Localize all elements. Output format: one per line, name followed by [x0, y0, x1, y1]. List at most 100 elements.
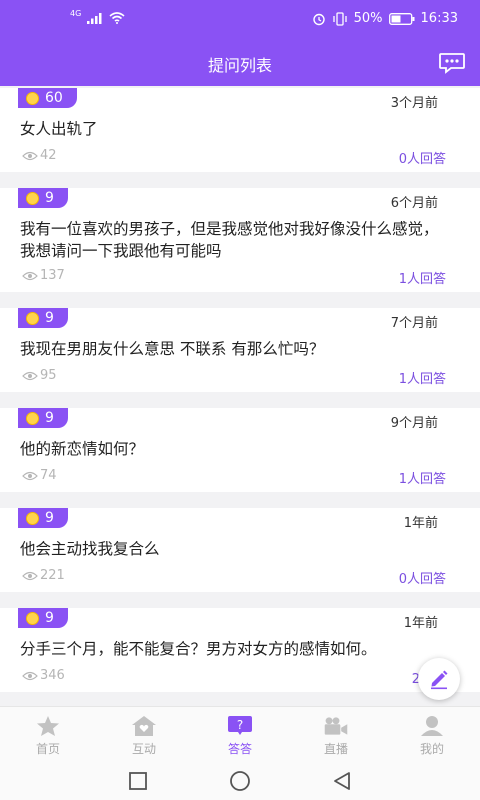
view-count: 221	[22, 568, 65, 583]
reward-badge: 9	[18, 188, 68, 208]
clock: 16:33	[420, 11, 458, 26]
home-heart-icon	[132, 716, 156, 736]
tab-label: 互动	[131, 742, 156, 756]
back-button[interactable]	[330, 770, 354, 792]
question-list[interactable]: 60 3个月前 女人出轨了 42 0人回答 9 6个月前 我有一位喜欢的男孩子，…	[0, 86, 480, 706]
eye-icon	[22, 271, 38, 280]
view-count-value: 221	[40, 568, 65, 583]
question-text: 他会主动找我复合么	[20, 540, 160, 558]
eye-icon	[22, 571, 38, 580]
video-camera-icon	[324, 717, 348, 735]
coin-icon	[26, 611, 39, 625]
signal-icon	[87, 13, 102, 24]
reward-amount: 9	[45, 190, 54, 206]
question-card[interactable]: 9 7个月前 我现在男朋友什么意思 不联系 有那么忙吗？ 95 1人回答	[0, 308, 480, 392]
view-count-value: 42	[40, 148, 57, 163]
tab-home[interactable]: 首页	[0, 707, 96, 763]
square-icon	[129, 772, 147, 790]
system-nav-bar	[0, 762, 480, 800]
view-count: 95	[22, 368, 57, 383]
reward-amount: 9	[45, 610, 54, 626]
tab-live[interactable]: 直播	[288, 707, 384, 763]
answer-count[interactable]: 1人回答	[399, 268, 446, 287]
question-card[interactable]: 9 1年前 他会主动找我复合么 221 0人回答	[0, 508, 480, 592]
view-count-value: 74	[40, 468, 57, 483]
page-title: 提问列表	[207, 56, 272, 75]
coin-icon	[26, 511, 39, 525]
question-text: 女人出轨了	[20, 120, 98, 138]
reward-amount: 60	[45, 90, 63, 106]
tab-mine[interactable]: 我的	[384, 707, 480, 763]
view-count: 137	[22, 268, 65, 283]
alarm-icon	[312, 13, 325, 25]
reward-badge: 9	[18, 308, 68, 328]
reward-badge: 60	[18, 88, 77, 108]
question-card[interactable]: 9 1年前 分手三个月，能不能复合？男方对女方的感情如何。 346 2人回	[0, 608, 480, 692]
vibrate-icon	[332, 11, 347, 26]
coin-icon	[26, 191, 39, 205]
reward-badge: 9	[18, 508, 68, 528]
question-time: 9个月前	[390, 416, 438, 431]
question-time: 1年前	[403, 616, 438, 631]
svg-text:?: ?	[237, 718, 243, 732]
question-time: 3个月前	[390, 96, 438, 111]
tab-answers[interactable]: ? 答答	[192, 707, 288, 763]
view-count-value: 137	[40, 268, 65, 283]
eye-icon	[22, 371, 38, 380]
home-button[interactable]	[228, 770, 252, 792]
reward-badge: 9	[18, 408, 68, 428]
chat-button[interactable]	[438, 49, 466, 77]
view-count: 42	[22, 148, 57, 163]
coin-icon	[26, 411, 39, 425]
answer-count[interactable]: 1人回答	[399, 368, 446, 387]
question-text: 我现在男朋友什么意思 不联系 有那么忙吗？	[20, 340, 325, 358]
back-triangle-icon	[334, 772, 350, 790]
reward-amount: 9	[45, 510, 54, 526]
star-icon	[37, 716, 59, 736]
coin-icon	[26, 311, 39, 325]
status-left: 4G	[70, 8, 125, 24]
tab-interact[interactable]: 互动	[96, 707, 192, 763]
question-text: 他的新恋情如何？	[20, 440, 145, 458]
network-label: 4G	[70, 8, 82, 18]
ask-question-button[interactable]	[418, 658, 460, 700]
battery-icon	[388, 12, 415, 25]
eye-icon	[22, 151, 38, 160]
question-card[interactable]: 9 6个月前 我有一位喜欢的男孩子，但是我感觉他对我好像没什么感觉，我想请问一下…	[0, 188, 480, 292]
tab-label: 首页	[35, 742, 60, 756]
reward-amount: 9	[45, 410, 54, 426]
view-count-value: 346	[40, 668, 65, 683]
user-icon	[421, 716, 443, 736]
question-card[interactable]: 60 3个月前 女人出轨了 42 0人回答	[0, 88, 480, 172]
view-count: 346	[22, 668, 65, 683]
answer-count[interactable]: 0人回答	[399, 148, 446, 167]
chat-bubble-icon	[439, 53, 465, 74]
tab-label: 直播	[323, 742, 348, 756]
status-right: 50% 16:33	[312, 11, 458, 26]
answer-count[interactable]: 0人回答	[399, 568, 446, 587]
reward-amount: 9	[45, 310, 54, 326]
question-text: 分手三个月，能不能复合？男方对女方的感情如何。	[20, 640, 377, 658]
circle-icon	[230, 771, 250, 791]
eye-icon	[22, 671, 38, 680]
battery-percent: 50%	[353, 11, 383, 26]
recents-button[interactable]	[126, 770, 150, 792]
bottom-tab-bar: 首页 互动 ? 答答 直播 我的	[0, 706, 480, 763]
question-bubble-icon: ?	[228, 716, 252, 735]
tab-label: 我的	[419, 742, 444, 756]
app-header: 提问列表	[0, 40, 480, 86]
question-time: 6个月前	[390, 196, 438, 211]
view-count: 74	[22, 468, 57, 483]
pencil-icon	[431, 670, 448, 690]
question-text: 我有一位喜欢的男孩子，但是我感觉他对我好像没什么感觉，我想请问一下我跟他有可能吗	[20, 220, 439, 260]
question-time: 1年前	[403, 516, 438, 531]
question-time: 7个月前	[390, 316, 438, 331]
view-count-value: 95	[40, 368, 57, 383]
coin-icon	[26, 91, 39, 105]
answer-count[interactable]: 1人回答	[399, 468, 446, 487]
reward-badge: 9	[18, 608, 68, 628]
question-card[interactable]: 9 9个月前 他的新恋情如何？ 74 1人回答	[0, 408, 480, 492]
wifi-icon	[109, 12, 125, 24]
eye-icon	[22, 471, 38, 480]
tab-label: 答答	[227, 742, 252, 756]
